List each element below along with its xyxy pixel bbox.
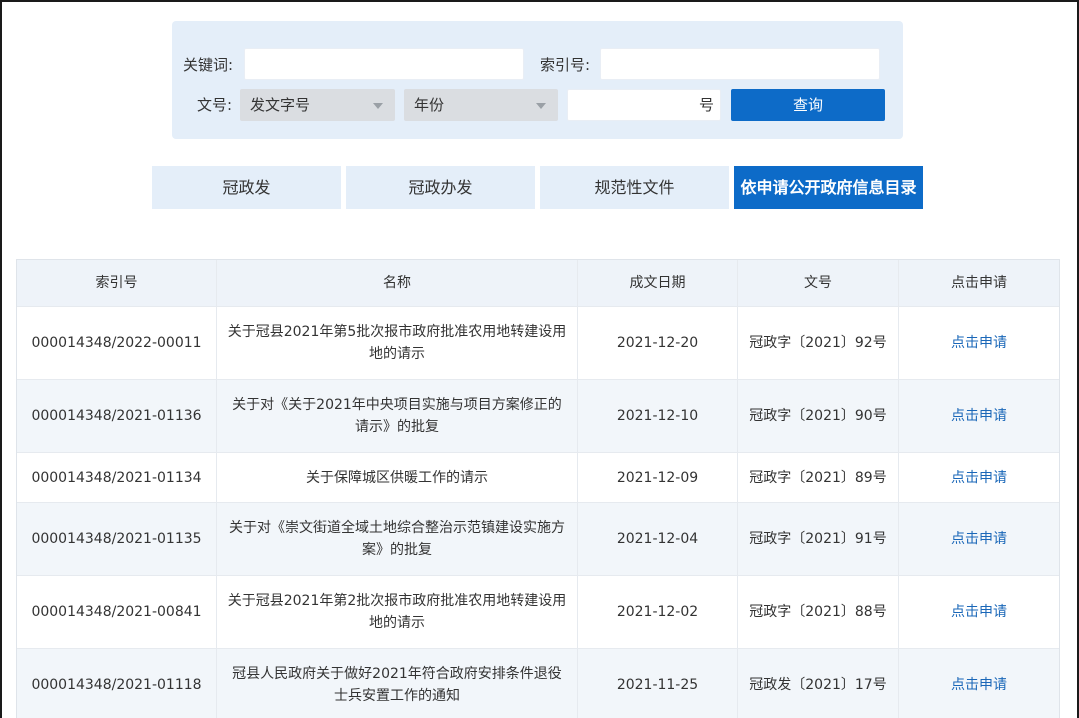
apply-link[interactable]: 点击申请 <box>899 576 1059 648</box>
cell-docno: 冠政字〔2021〕88号 <box>738 576 899 648</box>
tab-normative-documents[interactable]: 规范性文件 <box>540 166 729 209</box>
number-input[interactable] <box>567 89 721 121</box>
docno-label: 文号: <box>197 96 233 114</box>
cell-date: 2021-12-20 <box>578 307 738 379</box>
cell-name: 关于保障城区供暖工作的请示 <box>217 453 578 502</box>
header-index: 索引号 <box>17 260 217 306</box>
apply-link[interactable]: 点击申请 <box>899 503 1059 575</box>
cell-date: 2021-12-04 <box>578 503 738 575</box>
table-row: 000014348/2021-01134 关于保障城区供暖工作的请示 2021-… <box>17 453 1059 503</box>
table-row: 000014348/2021-00841 关于冠县2021年第2批次报市政府批准… <box>17 576 1059 649</box>
document-table: 索引号 名称 成文日期 文号 点击申请 000014348/2022-00011… <box>16 259 1060 718</box>
tab-application-disclosure-catalog[interactable]: 依申请公开政府信息目录 <box>734 166 923 209</box>
tab-guanzhengfa[interactable]: 冠政发 <box>152 166 341 209</box>
table-row: 000014348/2021-01118 冠县人民政府关于做好2021年符合政府… <box>17 649 1059 718</box>
cell-docno: 冠政字〔2021〕89号 <box>738 453 899 502</box>
doc-type-select-value: 发文字号 <box>250 96 311 114</box>
cell-index: 000014348/2021-01134 <box>17 453 217 502</box>
search-panel: 关键词: 索引号: 文号: 发文字号 年份 号 <box>172 21 903 139</box>
table-row: 000014348/2022-00011 关于冠县2021年第5批次报市政府批准… <box>17 307 1059 380</box>
year-select[interactable]: 年份 <box>404 89 558 121</box>
keyword-input[interactable] <box>244 48 524 80</box>
cell-date: 2021-11-25 <box>578 649 738 718</box>
header-docno: 文号 <box>738 260 899 306</box>
query-button[interactable]: 查询 <box>731 89 885 121</box>
number-suffix: 号 <box>699 96 715 114</box>
cell-date: 2021-12-02 <box>578 576 738 648</box>
cell-date: 2021-12-09 <box>578 453 738 502</box>
doc-type-select[interactable]: 发文字号 <box>240 89 395 121</box>
year-select-value: 年份 <box>414 96 445 114</box>
keyword-label: 关键词: <box>183 56 234 74</box>
header-date: 成文日期 <box>578 260 738 306</box>
cell-name: 冠县人民政府关于做好2021年符合政府安排条件退役士兵安置工作的通知 <box>217 649 578 718</box>
table-row: 000014348/2021-01135 关于对《崇文街道全域土地综合整治示范镇… <box>17 503 1059 576</box>
cell-docno: 冠政字〔2021〕91号 <box>738 503 899 575</box>
cell-name: 关于冠县2021年第5批次报市政府批准农用地转建设用地的请示 <box>217 307 578 379</box>
apply-link[interactable]: 点击申请 <box>899 307 1059 379</box>
tab-guanzhengbanfa[interactable]: 冠政办发 <box>346 166 535 209</box>
cell-index: 000014348/2021-01136 <box>17 380 217 452</box>
cell-docno: 冠政字〔2021〕90号 <box>738 380 899 452</box>
table-row: 000014348/2021-01136 关于对《关于2021年中央项目实施与项… <box>17 380 1059 453</box>
header-name: 名称 <box>217 260 578 306</box>
cell-index: 000014348/2021-00841 <box>17 576 217 648</box>
cell-index: 000014348/2022-00011 <box>17 307 217 379</box>
cell-index: 000014348/2021-01118 <box>17 649 217 718</box>
chevron-down-icon <box>373 103 383 109</box>
cell-docno: 冠政发〔2021〕17号 <box>738 649 899 718</box>
index-label: 索引号: <box>540 56 591 74</box>
chevron-down-icon <box>536 103 546 109</box>
table-header: 索引号 名称 成文日期 文号 点击申请 <box>17 260 1059 307</box>
apply-link[interactable]: 点击申请 <box>899 380 1059 452</box>
cell-name: 关于冠县2021年第2批次报市政府批准农用地转建设用地的请示 <box>217 576 578 648</box>
cell-date: 2021-12-10 <box>578 380 738 452</box>
header-action: 点击申请 <box>951 275 1007 291</box>
cell-index: 000014348/2021-01135 <box>17 503 217 575</box>
cell-docno: 冠政字〔2021〕92号 <box>738 307 899 379</box>
cell-name: 关于对《崇文街道全域土地综合整治示范镇建设实施方案》的批复 <box>217 503 578 575</box>
cell-name: 关于对《关于2021年中央项目实施与项目方案修正的请示》的批复 <box>217 380 578 452</box>
apply-link[interactable]: 点击申请 <box>899 649 1059 718</box>
apply-link[interactable]: 点击申请 <box>899 453 1059 502</box>
index-input[interactable] <box>600 48 880 80</box>
